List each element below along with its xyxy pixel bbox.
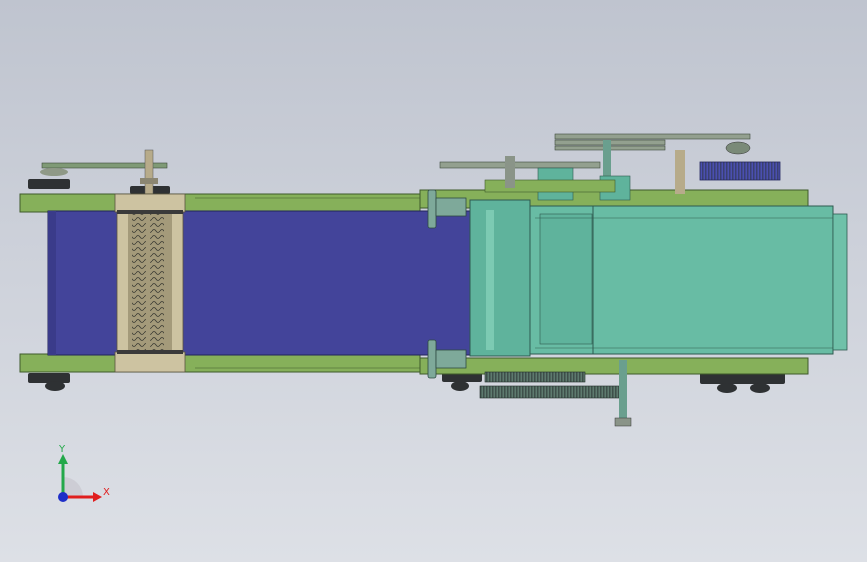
x-axis-label: X — [103, 487, 110, 498]
conveyor-assembly-model[interactable] — [0, 0, 867, 562]
y-axis-label: Y — [59, 444, 66, 455]
tension-roller-assembly — [114, 193, 186, 373]
conveyor-belt — [47, 210, 477, 356]
z-axis-point — [58, 492, 68, 502]
cad-viewport[interactable]: Y X — [0, 0, 867, 562]
x-axis-arrowhead — [93, 492, 102, 502]
drive-housing — [469, 199, 848, 357]
y-axis-arrowhead — [58, 454, 68, 464]
